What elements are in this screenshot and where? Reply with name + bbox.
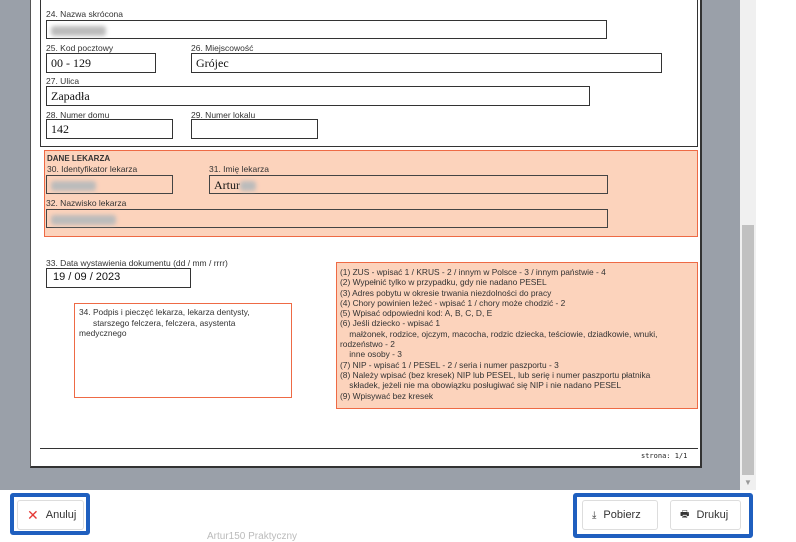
f30-label: 30. Identyfikator lekarza	[47, 164, 138, 174]
note-line: (3) Adres pobytu w okresie trwania niezd…	[340, 287, 552, 298]
download-button[interactable]: ⤓ Pobierz	[582, 500, 658, 530]
footer-divider	[40, 448, 698, 449]
f32-field	[46, 209, 608, 228]
note-line: (9) Wpisywać bez kresek	[340, 390, 434, 401]
close-icon: ✕	[27, 506, 39, 523]
note-line: (7) NIP - wpisać 1 / PESEL - 2 / seria i…	[340, 359, 559, 370]
f24-field	[46, 20, 607, 39]
page-number: strona: 1/1	[641, 452, 688, 460]
f32-label: 32. Nazwisko lekarza	[46, 198, 127, 208]
signature-line: starszego felczera, felczera, asystenta	[93, 317, 236, 328]
f31-value: Artur	[214, 178, 240, 192]
printer-icon: 🖶	[680, 508, 690, 520]
f33-label: 33. Data wystawienia dokumentu (dd / mm …	[46, 258, 228, 268]
note-line: (1) ZUS - wpisać 1 / KRUS - 2 / innym w …	[340, 267, 606, 277]
note-line: (6) Jeśli dziecko - wpisać 1	[340, 318, 441, 329]
f25-label: 25. Kod pocztowy	[46, 43, 114, 53]
doctor-section: DANE LEKARZA 30. Identyfikator lekarza 3…	[44, 150, 698, 237]
background-text: Artur150 Praktyczny	[207, 531, 298, 542]
note-line: (5) Wpisać odpowiedni kod: A, B, C, D, E	[340, 308, 493, 319]
note-line: (8) Należy wpisać (bez kresek) NIP lub P…	[340, 369, 651, 380]
signature-line: medycznego	[79, 328, 127, 338]
document-viewer: 24. Nazwa skrócona 25. Kod pocztowy 00 -…	[0, 0, 740, 490]
print-button[interactable]: 🖶 Drukuj	[670, 500, 741, 530]
f30-field	[46, 175, 173, 194]
download-label: Pobierz	[603, 509, 641, 521]
note-line: inne osoby - 3	[340, 349, 402, 360]
note-line: (2) Wypełnić tylko w przypadku, gdy nie …	[340, 277, 547, 288]
f31-label: 31. Imię lekarza	[209, 164, 269, 174]
signature-line: 34. Podpis i pieczęć lekarza, lekarza de…	[79, 307, 250, 317]
cancel-button[interactable]: ✕ Anuluj	[17, 500, 84, 530]
f29-field	[191, 119, 318, 139]
signature-box: 34. Podpis i pieczęć lekarza, lekarza de…	[74, 303, 292, 398]
download-icon: ⤓	[592, 509, 597, 521]
f26-field: Grójec	[191, 53, 662, 73]
f24-label: 24. Nazwa skrócona	[46, 9, 124, 19]
f25-field: 00 - 129	[46, 53, 156, 73]
doctor-header: DANE LEKARZA	[47, 154, 111, 163]
note-line: (4) Chory powinien leżeć - wpisać 1 / ch…	[340, 297, 566, 308]
f31-field: Artur	[209, 175, 608, 194]
notes-box: (1) ZUS - wpisać 1 / KRUS - 2 / innym w …	[336, 262, 698, 409]
f27-field: Zapadła	[46, 86, 590, 106]
note-line: składek, jeżeli nie ma obowiązku posługi…	[340, 380, 622, 391]
print-label: Drukuj	[696, 509, 729, 521]
scroll-down-icon[interactable]: ▼	[744, 478, 752, 487]
note-line: małżonek, rodzice, ojczym, macocha, rodz…	[340, 328, 658, 339]
f33-field: 19 / 09 / 2023	[46, 268, 191, 288]
document-page: 24. Nazwa skrócona 25. Kod pocztowy 00 -…	[30, 0, 702, 468]
scrollbar-thumb[interactable]	[742, 225, 754, 475]
f26-label: 26. Miejscowość	[191, 43, 254, 53]
f28-field: 142	[46, 119, 173, 139]
cancel-label: Anuluj	[45, 509, 77, 521]
scrollbar[interactable]: ▼	[740, 0, 756, 490]
note-line: rodzeństwo - 2	[340, 339, 395, 350]
f27-label: 27. Ulica	[46, 76, 80, 86]
